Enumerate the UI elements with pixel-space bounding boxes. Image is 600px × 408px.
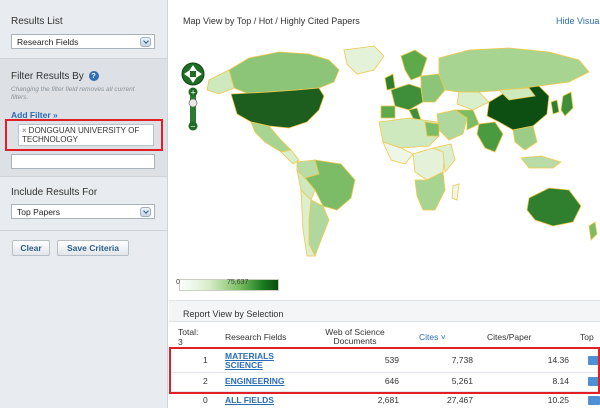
row-index: 0 [203, 395, 208, 405]
results-list-selected: Research Fields [17, 37, 79, 47]
map-region-iberia [380, 105, 396, 119]
map-region-india [476, 121, 504, 153]
map-region-russia [438, 47, 590, 93]
map-region-alaska [206, 69, 235, 95]
cpp-value: 10.25 [547, 395, 569, 405]
map-region-australia [526, 187, 582, 227]
docs-value: 2,681 [377, 395, 399, 405]
svg-text:−: − [190, 123, 196, 131]
sidebar: Results List Research Fields Filter Resu… [0, 0, 168, 408]
col-wos-documents-line2: Documents [333, 336, 377, 346]
col-cites-label: Cites [419, 332, 439, 342]
results-list-select[interactable]: Research Fields [11, 34, 155, 49]
map-region-korea [550, 99, 560, 115]
include-select[interactable]: Top Papers [11, 204, 155, 219]
chevron-down-icon [140, 37, 151, 47]
map-region-madagascar [451, 183, 460, 201]
clear-button[interactable]: Clear [12, 240, 50, 256]
col-cites[interactable]: Cites ˅ [419, 333, 446, 342]
main-content: Map View by Top / Hot / Highly Cited Pap… [169, 0, 600, 408]
filter-hint: Changing the filter field removes all cu… [11, 86, 135, 101]
map-region-canada [228, 51, 340, 95]
col-top[interactable]: Top [580, 333, 594, 342]
hide-visualization-link[interactable]: Hide Visua [556, 16, 599, 26]
map-region-central-america [280, 149, 300, 165]
cites-value: 27,467 [447, 395, 473, 405]
include-heading: Include Results For [11, 187, 98, 198]
map-region-new-zealand [588, 221, 598, 241]
col-cites-per-paper[interactable]: Cites/Paper [487, 333, 531, 342]
divider [0, 176, 168, 177]
divider [0, 230, 168, 231]
sort-desc-icon: ˅ [440, 332, 446, 342]
report-header-bar: Report View by Selection [169, 300, 600, 322]
highlight-box [5, 119, 163, 151]
col-research-fields[interactable]: Research Fields [225, 333, 286, 342]
col-wos-documents[interactable]: Web of Science Documents [319, 328, 391, 346]
legend-min-label: 0 [176, 279, 180, 286]
map-region-kazakhstan [456, 91, 490, 111]
filter-heading-text: Filter Results By [11, 71, 84, 82]
save-criteria-button[interactable]: Save Criteria [57, 240, 129, 256]
legend-max-label: 75,637 [227, 279, 249, 286]
map-region-western-europe [390, 83, 424, 111]
top-indicator-bar [588, 396, 600, 405]
map-region-japan [560, 91, 574, 117]
map-region-southeast-asia [512, 125, 538, 151]
filter-heading: Filter Results By ? [11, 71, 99, 82]
include-selected: Top Papers [17, 207, 60, 217]
map-region-usa [230, 87, 325, 129]
chevron-down-icon [140, 207, 151, 217]
results-list-heading: Results List [11, 16, 63, 27]
map-region-argentina [308, 199, 330, 257]
field-link[interactable]: ALL FIELDS [225, 396, 274, 405]
map-region-uk [384, 73, 396, 91]
help-icon[interactable]: ? [88, 71, 99, 81]
filter-input[interactable] [11, 154, 155, 169]
world-map[interactable]: .c { stroke: #f0c84a; stroke-width: 0.8;… [169, 30, 600, 300]
map-title: Map View by Top / Hot / Highly Cited Pap… [183, 16, 360, 26]
total-count: 3 [178, 337, 183, 347]
map-region-greenland [343, 45, 385, 75]
zoom-slider[interactable]: + − [188, 87, 198, 131]
map-region-indonesia [520, 155, 562, 169]
report-title: Report View by Selection [183, 309, 284, 319]
svg-text:+: + [190, 89, 196, 97]
total-label: Total: [178, 327, 199, 337]
pan-control[interactable] [181, 62, 205, 86]
map-region-egypt [424, 121, 440, 137]
highlight-box [169, 347, 600, 394]
